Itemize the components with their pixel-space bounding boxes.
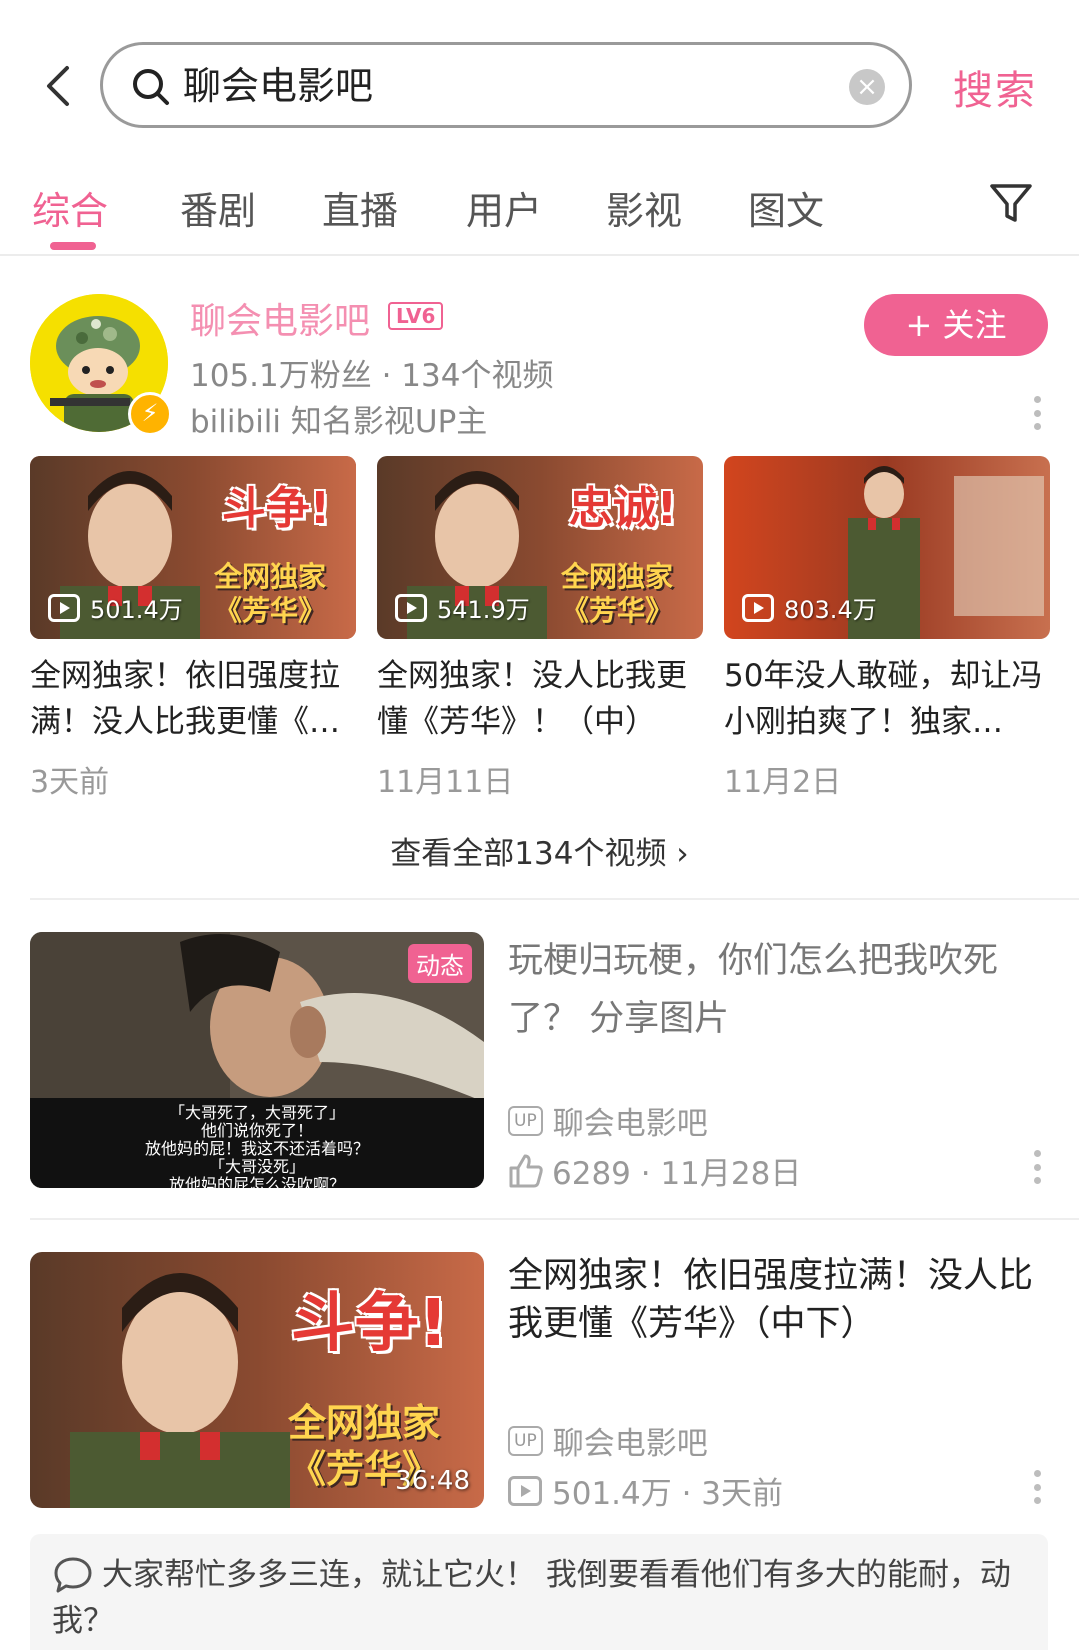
tab-bar: 综合 番剧 直播 用户 影视 图文 xyxy=(0,170,1079,256)
more-icon[interactable] xyxy=(1032,1470,1042,1504)
video-title[interactable]: 全网独家！依旧强度拉满！没人比我更懂《… xyxy=(30,653,356,745)
dynamic-title[interactable]: 玩梗归玩梗，你们怎么把我吹死了？ 分享图片 xyxy=(508,932,1038,1048)
play-icon xyxy=(395,593,427,622)
tab-users[interactable]: 用户 xyxy=(466,180,542,235)
level-badge: LV6 xyxy=(388,302,444,330)
user-name[interactable]: 聊会电影吧 xyxy=(190,292,370,344)
thumb-headline: 斗争! xyxy=(221,483,330,534)
clear-icon[interactable]: × xyxy=(849,69,885,105)
grid-video-card[interactable]: 忠诚! 全网独家 《芳华》 541.9万 全网独家！没人比我更懂《芳华》！（中） … xyxy=(377,456,703,801)
play-count: 803.4万 xyxy=(742,590,877,625)
search-bar: 聊会电影吧 × 搜索 xyxy=(0,0,1079,160)
thumb-subtitle: 全网独家 《芳华》 xyxy=(213,560,326,627)
grid-video-card[interactable]: 斗争! 全网独家 《芳华》 501.4万 全网独家！依旧强度拉满！没人比我更懂《…… xyxy=(30,456,356,801)
image-caption: 「大哥死了，大哥死了」 他们说你死了！ 放他妈的屁！我这不还活着吗？ 「大哥没死… xyxy=(30,1098,484,1188)
tab-all[interactable]: 综合 xyxy=(32,180,108,235)
more-icon[interactable] xyxy=(1032,396,1042,430)
filter-icon[interactable] xyxy=(988,180,1034,226)
meta-line: 6289 · 11月28日 xyxy=(508,1148,801,1193)
follow-button[interactable]: + 关注 xyxy=(864,294,1048,356)
video-date: 11月2日 xyxy=(724,765,842,800)
top-comment[interactable]: 大家帮忙多多三连，就让它火！ 我倒要看看他们有多大的能耐，动我？ xyxy=(30,1534,1048,1650)
dynamic-thumbnail[interactable]: 动态 「大哥死了，大哥死了」 他们说你死了！ 放他妈的屁！我这不还活着吗？ 「大… xyxy=(30,932,484,1188)
play-icon xyxy=(508,1475,542,1506)
view-all-videos-link[interactable]: 查看全部134个视频 › xyxy=(0,828,1079,873)
meta-line: 501.4万 · 3天前 xyxy=(508,1468,783,1513)
search-icon xyxy=(133,69,169,105)
uploader-line[interactable]: UP 聊会电影吧 xyxy=(508,1418,708,1463)
thumb-headline: 忠诚! xyxy=(568,483,677,534)
comment-text: 大家帮忙多多三连，就让它火！ 我倒要看看他们有多大的能耐，动我？ xyxy=(52,1557,1011,1639)
active-tab-indicator xyxy=(50,242,96,250)
video-thumbnail[interactable]: 斗争! 全网独家 《芳华》 36:48 xyxy=(30,1252,484,1508)
dynamic-badge: 动态 xyxy=(408,944,472,983)
chevron-left-icon xyxy=(47,66,69,106)
verified-badge-icon: ⚡ xyxy=(128,392,172,436)
more-icon[interactable] xyxy=(1032,1150,1042,1184)
thumb-headline: 斗争! xyxy=(290,1287,448,1361)
video-thumbnail[interactable]: 803.4万 xyxy=(724,456,1050,639)
back-button[interactable] xyxy=(36,56,80,116)
search-button[interactable]: 搜索 xyxy=(953,58,1037,116)
video-duration: 36:48 xyxy=(395,1466,470,1496)
up-tag-icon: UP xyxy=(508,1105,543,1136)
tab-bangumi[interactable]: 番剧 xyxy=(180,180,256,235)
video-title[interactable]: 全网独家！依旧强度拉满！没人比我更懂《芳华》（中下） xyxy=(508,1252,1038,1348)
thumbs-up-icon xyxy=(509,1154,543,1187)
play-count: 541.9万 xyxy=(395,590,530,625)
user-description: bilibili 知名影视UP主 xyxy=(190,404,488,440)
play-icon xyxy=(48,593,80,622)
play-count: 501.4万 xyxy=(48,590,183,625)
divider xyxy=(30,898,1079,900)
tab-live[interactable]: 直播 xyxy=(322,180,398,235)
tab-articles[interactable]: 图文 xyxy=(748,180,824,235)
thumb-subtitle: 全网独家 《芳华》 xyxy=(560,560,673,627)
uploader-name: 聊会电影吧 xyxy=(552,1106,708,1142)
video-title[interactable]: 全网独家！没人比我更懂《芳华》！（中） xyxy=(377,653,703,745)
tab-film[interactable]: 影视 xyxy=(606,180,682,235)
video-date: 3天前 xyxy=(30,765,110,800)
grid-video-card[interactable]: 803.4万 50年没人敢碰，却让冯小刚拍爽了！独家… 11月2日 xyxy=(724,456,1050,801)
uploader-line[interactable]: UP 聊会电影吧 xyxy=(508,1098,708,1143)
video-thumbnail[interactable]: 斗争! 全网独家 《芳华》 501.4万 xyxy=(30,456,356,639)
video-date: 11月11日 xyxy=(377,765,514,800)
up-tag-icon: UP xyxy=(508,1425,543,1456)
video-thumbnail[interactable]: 忠诚! 全网独家 《芳华》 541.9万 xyxy=(377,456,703,639)
video-title[interactable]: 50年没人敢碰，却让冯小刚拍爽了！独家… xyxy=(724,653,1050,745)
play-icon xyxy=(742,593,774,622)
user-stats: 105.1万粉丝 · 134个视频 xyxy=(190,358,554,394)
uploader-name: 聊会电影吧 xyxy=(552,1426,708,1462)
divider xyxy=(30,1218,1079,1220)
search-query: 聊会电影吧 xyxy=(183,64,374,108)
search-input[interactable]: 聊会电影吧 × xyxy=(100,42,912,128)
